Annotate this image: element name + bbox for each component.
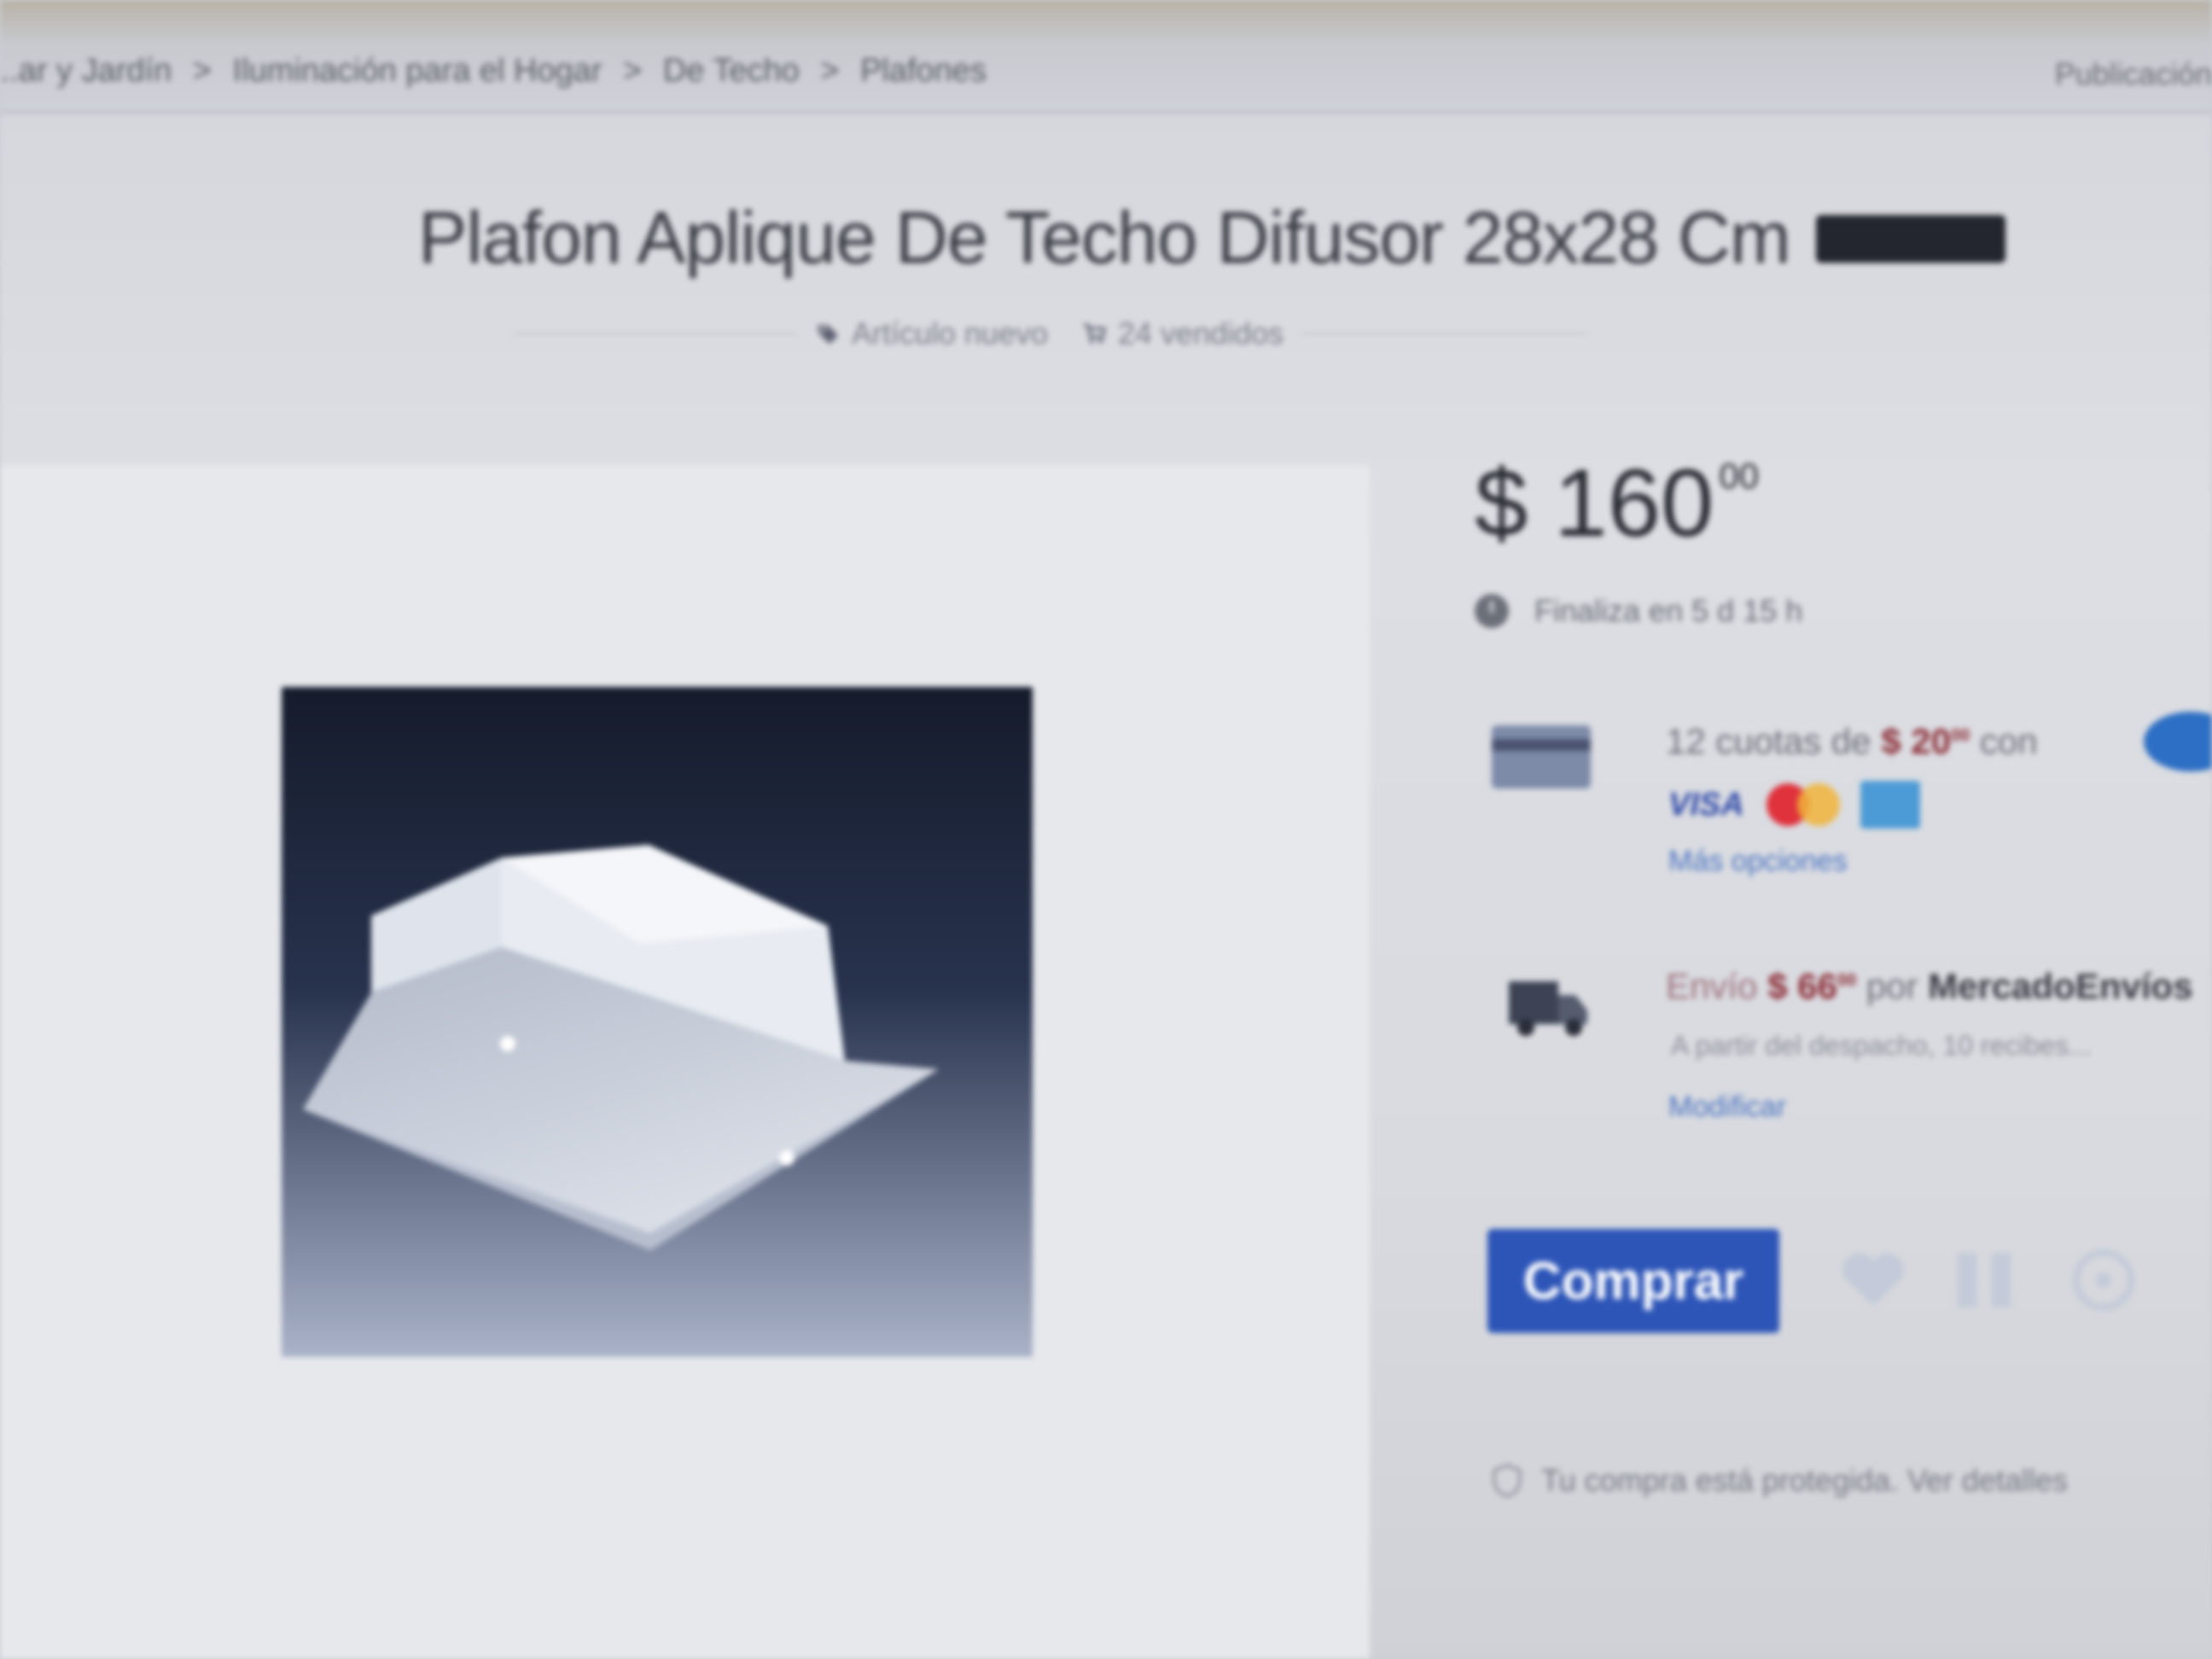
top-bar: ...ar y Jardín > Iluminación para el Hog… [0, 0, 2212, 114]
credit-card-icon [1492, 725, 1591, 789]
title-badge [1815, 214, 2005, 263]
breadcrumb-item-ceiling[interactable]: De Techo [663, 53, 800, 89]
auction-ends: Finaliza en 5 d 15 h [1475, 593, 1802, 629]
installment-amount: $ 20 [1881, 721, 1951, 761]
condition-info: Artículo nuevo [816, 316, 1048, 352]
divider [1301, 333, 1588, 335]
breadcrumb-item-lighting[interactable]: Iluminación para el Hogar [233, 53, 602, 89]
breadcrumb-separator: > [192, 53, 212, 89]
ends-text: Finaliza en 5 d 15 h [1534, 593, 1803, 628]
publication-link[interactable]: Publicación... [2055, 56, 2212, 92]
installments-info: 12 cuotas de $ 2000 con [1666, 721, 2038, 762]
divider [512, 333, 799, 335]
title-row: Plafon Aplique De Techo Difusor 28x28 Cm [418, 196, 2005, 281]
installment-cents: 00 [1950, 726, 1970, 745]
shipping-by: por [1866, 966, 1918, 1006]
visa-logo: VISA [1668, 786, 1744, 823]
truck-icon [1509, 981, 1587, 1036]
installments-suffix: con [1979, 721, 2038, 761]
shield-icon [1493, 1464, 1522, 1498]
breadcrumb: ...ar y Jardín > Iluminación para el Hog… [0, 53, 987, 90]
shipping-carrier: MercadoEnvíos [1928, 966, 2193, 1006]
clock-icon [1475, 594, 1509, 628]
buy-button[interactable]: Comprar [1487, 1229, 1779, 1333]
amex-logo [1860, 781, 1920, 829]
breadcrumb-separator: > [623, 53, 643, 89]
price-cents: 00 [1719, 456, 1760, 496]
mercadopago-logo [2144, 712, 2212, 771]
screen: ...ar y Jardín > Iluminación para el Hog… [0, 0, 2212, 1659]
share-icon[interactable] [1946, 1246, 2023, 1314]
tag-icon [817, 325, 838, 344]
price-amount: 160 [1554, 450, 1714, 556]
breadcrumb-separator: > [820, 53, 840, 89]
breadcrumb-item-garden[interactable]: ...ar y Jardín [0, 53, 172, 89]
installments-prefix: 12 cuotas de [1666, 721, 1871, 761]
purchase-protection: Tu compra está protegida. Ver detalles [1492, 1463, 2068, 1499]
card-brands: VISA [1668, 781, 1920, 829]
product-meta: Artículo nuevo 24 vendidos [512, 316, 1588, 352]
shipping-amount: $ 66 [1767, 966, 1837, 1006]
question-icon[interactable] [2065, 1246, 2142, 1314]
heart-icon[interactable] [1835, 1246, 1912, 1314]
condition-text: Artículo nuevo [851, 316, 1048, 351]
protection-text[interactable]: Tu compra está protegida. Ver detalles [1541, 1463, 2068, 1499]
price-currency: $ [1475, 450, 1528, 556]
product-image[interactable] [282, 687, 1033, 1357]
shipping-detail: A partir del despacho, 10 recibes... [1671, 1030, 2092, 1061]
shipping-cents: 00 [1837, 971, 1857, 990]
cart-icon [1084, 323, 1106, 344]
shipping-label: Envío [1666, 966, 1758, 1006]
page-title: Plafon Aplique De Techo Difusor 28x28 Cm [418, 197, 1791, 279]
breadcrumb-item-plafones[interactable]: Plafones [860, 53, 987, 89]
shipping-info: Envío $ 6600 por MercadoEnvíos [1666, 966, 2193, 1007]
more-payment-options-link[interactable]: Más opciones [1668, 845, 1848, 878]
sold-info: 24 vendidos [1082, 316, 1284, 352]
sold-count: 24 vendidos [1118, 316, 1284, 351]
modify-shipping-link[interactable]: Modificar [1668, 1091, 1786, 1124]
price: $ 160 00 [1475, 448, 1759, 558]
mastercard-logo [1766, 783, 1842, 826]
